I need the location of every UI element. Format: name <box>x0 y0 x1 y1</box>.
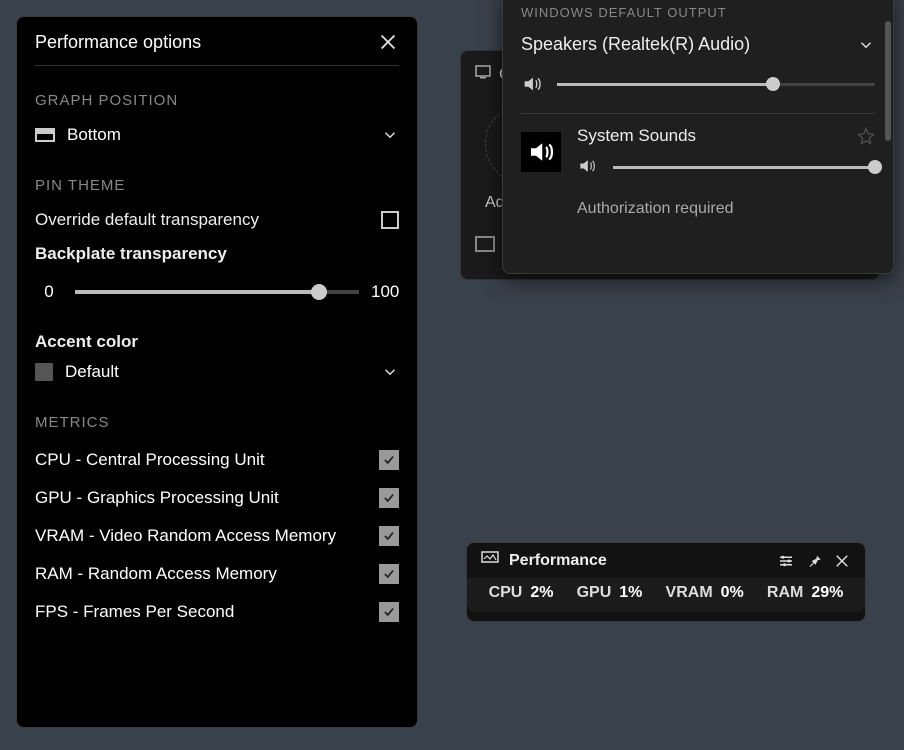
divider <box>521 113 875 114</box>
backplate-transparency-slider[interactable] <box>75 290 359 294</box>
audio-section-heading: WINDOWS DEFAULT OUTPUT <box>521 5 875 20</box>
chevron-down-icon <box>381 126 399 144</box>
system-sounds-label: System Sounds <box>577 126 696 146</box>
close-icon[interactable] <box>377 31 399 53</box>
stat-gpu: GPU 1% <box>577 584 643 602</box>
backplate-transparency-label: Backplate transparency <box>35 244 399 264</box>
star-icon[interactable] <box>857 127 875 145</box>
metric-checkbox-cpu[interactable] <box>379 450 399 470</box>
performance-options-panel: Performance options GRAPH POSITION Botto… <box>16 16 418 728</box>
accent-color-label: Accent color <box>35 332 399 352</box>
metric-checkbox-vram[interactable] <box>379 526 399 546</box>
metric-row-fps: FPS - Frames Per Second <box>35 593 399 631</box>
display-icon <box>475 65 491 84</box>
authorization-required-text: Authorization required <box>521 200 875 218</box>
metric-row-vram: VRAM - Video Random Access Memory <box>35 517 399 555</box>
pin-icon[interactable] <box>805 552 823 570</box>
position-bottom-icon <box>35 128 55 142</box>
section-pin-theme: PIN THEME <box>35 177 399 194</box>
performance-widget: Performance CPU 2% GPU 1% VRAM 0% RAM 29… <box>466 542 866 622</box>
stat-cpu: CPU 2% <box>489 584 554 602</box>
output-device-dropdown[interactable]: Speakers (Realtek(R) Audio) <box>521 28 875 61</box>
metric-label: GPU - Graphics Processing Unit <box>35 488 279 508</box>
metric-checkbox-fps[interactable] <box>379 602 399 622</box>
close-icon[interactable] <box>833 552 851 570</box>
metric-row-cpu: CPU - Central Processing Unit <box>35 441 399 479</box>
output-device-name: Speakers (Realtek(R) Audio) <box>521 34 750 55</box>
stat-ram: RAM 29% <box>767 584 843 602</box>
accent-color-dropdown[interactable]: Default <box>35 356 399 388</box>
graph-position-value: Bottom <box>67 125 121 145</box>
metric-label: FPS - Frames Per Second <box>35 602 234 622</box>
graph-position-dropdown[interactable]: Bottom <box>35 119 399 151</box>
metric-label: CPU - Central Processing Unit <box>35 450 265 470</box>
audio-flyout: WINDOWS DEFAULT OUTPUT Speakers (Realtek… <box>502 0 894 274</box>
override-transparency-checkbox[interactable] <box>381 211 399 229</box>
accent-color-value: Default <box>65 362 119 382</box>
performance-icon <box>481 551 499 570</box>
panel-title: Performance options <box>35 32 201 53</box>
metric-label: RAM - Random Access Memory <box>35 564 277 584</box>
metric-checkbox-gpu[interactable] <box>379 488 399 508</box>
metric-row-gpu: GPU - Graphics Processing Unit <box>35 479 399 517</box>
chevron-down-icon <box>857 36 875 54</box>
volume-icon[interactable] <box>521 73 543 95</box>
system-sounds-icon <box>521 132 561 172</box>
metric-checkbox-ram[interactable] <box>379 564 399 584</box>
slider-min: 0 <box>35 282 63 302</box>
system-sounds-slider[interactable] <box>613 166 875 169</box>
color-swatch-icon <box>35 363 53 381</box>
performance-widget-title: Performance <box>509 552 767 570</box>
slider-max: 100 <box>371 282 399 302</box>
bg-bottom-icon <box>475 236 495 252</box>
override-transparency-label: Override default transparency <box>35 210 259 230</box>
slider-thumb[interactable] <box>766 77 780 91</box>
volume-icon[interactable] <box>577 156 599 178</box>
settings-sliders-icon[interactable] <box>777 552 795 570</box>
section-graph-position: GRAPH POSITION <box>35 92 399 109</box>
metric-row-ram: RAM - Random Access Memory <box>35 555 399 593</box>
metric-label: VRAM - Video Random Access Memory <box>35 526 336 546</box>
stat-vram: VRAM 0% <box>666 584 744 602</box>
section-metrics: METRICS <box>35 414 399 431</box>
slider-thumb[interactable] <box>868 160 882 174</box>
slider-thumb[interactable] <box>311 284 327 300</box>
scrollbar[interactable] <box>885 21 891 141</box>
master-volume-slider[interactable] <box>557 83 875 86</box>
chevron-down-icon <box>381 363 399 381</box>
